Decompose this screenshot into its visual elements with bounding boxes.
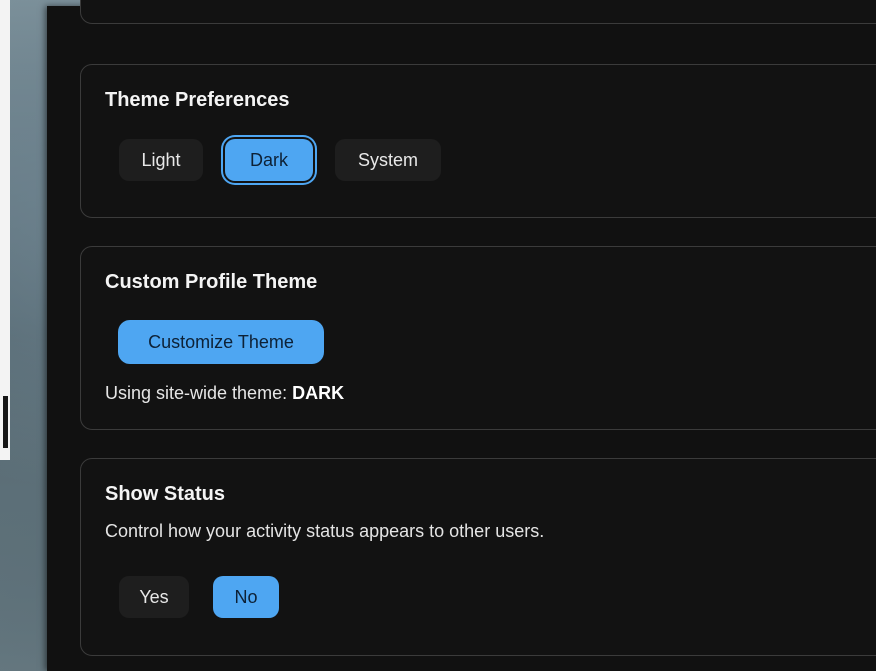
theme-option-dark[interactable]: Dark	[225, 139, 313, 181]
show-status-option-yes[interactable]: Yes	[119, 576, 189, 618]
site-theme-status-label: Using site-wide theme:	[105, 383, 293, 403]
theme-preferences-card: Theme Preferences Light Dark System	[80, 64, 876, 218]
theme-options-group: Light Dark System	[119, 139, 441, 181]
background-window-tab	[3, 396, 8, 448]
site-theme-status: Using site-wide theme: DARK	[105, 383, 344, 404]
custom-profile-theme-card: Custom Profile Theme Customize Theme Usi…	[80, 246, 876, 430]
theme-preferences-title: Theme Preferences	[105, 89, 290, 111]
show-status-description: Control how your activity status appears…	[105, 521, 545, 541]
theme-option-system[interactable]: System	[335, 139, 441, 181]
background-window-edge	[0, 0, 10, 460]
customize-theme-button[interactable]: Customize Theme	[118, 320, 324, 364]
previous-section-card	[80, 0, 876, 24]
show-status-options-group: Yes No	[119, 576, 279, 618]
show-status-title: Show Status	[105, 483, 226, 505]
theme-option-light[interactable]: Light	[119, 139, 203, 181]
show-status-card: Show Status Control how your activity st…	[80, 458, 876, 656]
custom-profile-theme-title: Custom Profile Theme	[105, 271, 318, 293]
site-theme-status-value: DARK	[292, 383, 345, 403]
show-status-option-no[interactable]: No	[213, 576, 279, 618]
